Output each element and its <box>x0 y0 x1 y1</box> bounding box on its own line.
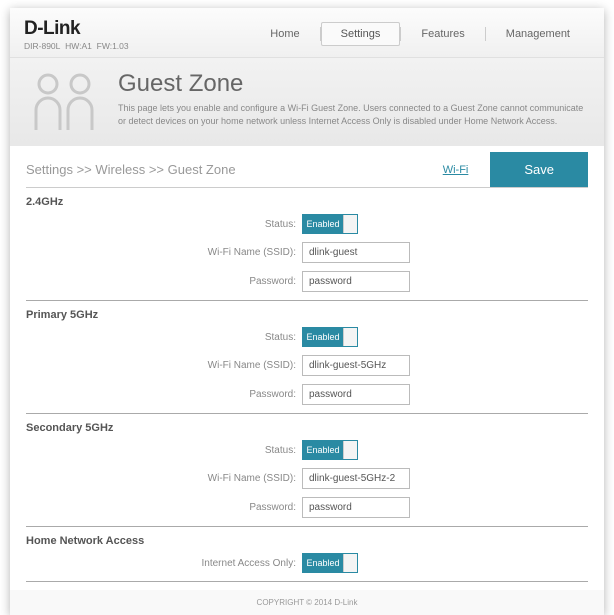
nav-settings[interactable]: Settings <box>321 22 401 46</box>
section-title-home-network-access: Home Network Access <box>26 527 588 553</box>
toggle-knob <box>343 215 357 233</box>
page-title: Guest Zone <box>118 70 588 98</box>
nav-features[interactable]: Features <box>401 22 484 46</box>
password-label: Password: <box>26 276 302 287</box>
toggle-enabled-label: Enabled <box>303 215 343 233</box>
status-toggle-24ghz[interactable]: Enabled <box>302 214 358 234</box>
device-info: DIR-890L HW:A1 FW:1.03 <box>24 41 129 51</box>
password-input-secondary-5ghz[interactable] <box>302 497 410 518</box>
status-toggle-secondary-5ghz[interactable]: Enabled <box>302 440 358 460</box>
section-title-secondary-5ghz: Secondary 5GHz <box>26 414 588 440</box>
nav-management[interactable]: Management <box>486 22 590 46</box>
ssid-input-24ghz[interactable] <box>302 242 410 263</box>
save-button[interactable]: Save <box>490 152 588 187</box>
toggle-enabled-label: Enabled <box>303 328 343 346</box>
ssid-label: Wi-Fi Name (SSID): <box>26 247 302 258</box>
password-input-24ghz[interactable] <box>302 271 410 292</box>
nav-home[interactable]: Home <box>250 22 319 46</box>
ssid-input-primary-5ghz[interactable] <box>302 355 410 376</box>
wifi-link[interactable]: Wi-Fi <box>421 164 491 176</box>
main-nav: Home Settings Features Management <box>250 18 590 46</box>
page-description: This page lets you enable and configure … <box>118 102 588 127</box>
hero-section: Guest Zone This page lets you enable and… <box>10 58 604 146</box>
divider <box>26 581 588 582</box>
password-label: Password: <box>26 389 302 400</box>
ssid-label: Wi-Fi Name (SSID): <box>26 473 302 484</box>
status-toggle-primary-5ghz[interactable]: Enabled <box>302 327 358 347</box>
ssid-input-secondary-5ghz[interactable] <box>302 468 410 489</box>
guest-users-icon <box>26 70 104 132</box>
ssid-label: Wi-Fi Name (SSID): <box>26 360 302 371</box>
toggle-knob <box>343 441 357 459</box>
breadcrumb: Settings >> Wireless >> Guest Zone <box>26 162 421 177</box>
toggle-knob <box>343 554 357 572</box>
status-label: Status: <box>26 332 302 343</box>
top-header: D-Link DIR-890L HW:A1 FW:1.03 Home Setti… <box>10 8 604 58</box>
internet-access-only-label: Internet Access Only: <box>26 558 302 569</box>
copyright-footer: COPYRIGHT © 2014 D-Link <box>10 590 604 615</box>
brand-logo: D-Link <box>24 18 129 40</box>
toggle-enabled-label: Enabled <box>303 441 343 459</box>
toggle-knob <box>343 328 357 346</box>
internet-access-only-toggle[interactable]: Enabled <box>302 553 358 573</box>
toggle-enabled-label: Enabled <box>303 554 343 572</box>
status-label: Status: <box>26 445 302 456</box>
password-label: Password: <box>26 502 302 513</box>
password-input-primary-5ghz[interactable] <box>302 384 410 405</box>
section-title-primary-5ghz: Primary 5GHz <box>26 301 588 327</box>
status-label: Status: <box>26 219 302 230</box>
section-title-24ghz: 2.4GHz <box>26 188 588 214</box>
